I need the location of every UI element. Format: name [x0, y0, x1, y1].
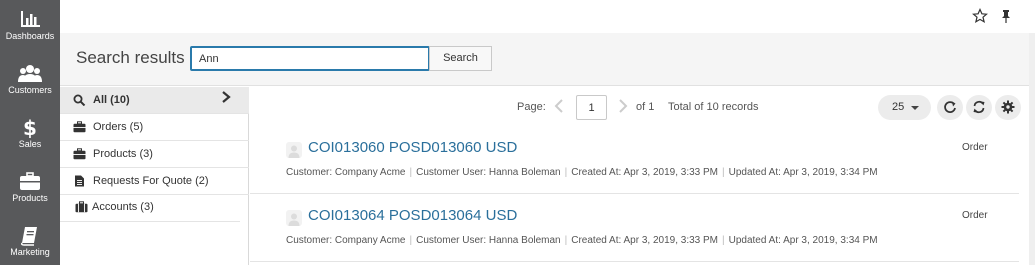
page-size-dropdown[interactable]: 25: [878, 95, 931, 120]
result-title-link[interactable]: COI013060 POSD013060 USD: [308, 139, 517, 156]
result-updated-at: Updated At: Apr 3, 2019, 3:34 PM: [728, 235, 878, 246]
nav-label-products: Products: [12, 193, 48, 203]
nav-item-products[interactable]: Products: [0, 162, 60, 216]
chevron-left-icon[interactable]: [553, 98, 565, 114]
result-updated-at: Updated At: Apr 3, 2019, 3:34 PM: [728, 167, 878, 178]
result-entity-type: Order: [962, 210, 988, 221]
dollar-icon: $: [23, 116, 37, 138]
nav-label-sales: Sales: [18, 139, 42, 149]
result-customer: Customer: Company Acme: [286, 167, 406, 178]
search-header: Search results Search: [60, 33, 1035, 86]
result-created-at: Created At: Apr 3, 2019, 3:33 PM: [571, 167, 718, 178]
sidebar-item-accounts[interactable]: Accounts (3): [60, 195, 240, 222]
nav-item-sales[interactable]: $ Sales: [0, 108, 60, 162]
result-created-at: Created At: Apr 3, 2019, 3:33 PM: [571, 235, 718, 246]
sidebar-item-label: Products (3): [93, 148, 153, 160]
sidebar-item-label: Orders (5): [93, 121, 144, 133]
nav-label-dashboards: Dashboards: [5, 31, 55, 41]
page-label: Page:: [517, 101, 546, 113]
top-bar: [60, 0, 1035, 33]
search-input[interactable]: [190, 46, 430, 71]
page-size-value: 25: [892, 101, 905, 113]
chevron-right-icon[interactable]: [218, 88, 234, 106]
svg-text:$: $: [23, 116, 37, 138]
avatar-placeholder-icon: [286, 142, 302, 158]
result-customer-user: Customer User: Hanna Boleman: [416, 235, 561, 246]
result-title-link[interactable]: COI013064 POSD013064 USD: [308, 207, 517, 224]
page-number-input[interactable]: [576, 95, 607, 120]
sidebar-item-products[interactable]: Products (3): [60, 141, 249, 168]
briefcase-icon: [73, 148, 86, 160]
sidebar-item-label: Requests For Quote (2): [93, 175, 209, 187]
sidebar-item-label: Accounts (3): [92, 201, 154, 213]
star-icon[interactable]: [972, 8, 988, 24]
briefcase-icon: [73, 121, 86, 133]
bar-chart-icon: [21, 11, 40, 27]
nav-item-marketing[interactable]: Marketing: [0, 216, 60, 265]
book-icon: [21, 227, 37, 246]
users-icon: [18, 65, 42, 82]
result-customer-user: Customer User: Hanna Boleman: [416, 167, 561, 178]
sidebar-item-label: All (10): [93, 94, 130, 106]
result-entity-type: Order: [962, 142, 988, 153]
vertical-scrollbar[interactable]: [1029, 33, 1035, 265]
sidebar-item-orders[interactable]: Orders (5): [60, 114, 249, 141]
page-title: Search results: [76, 48, 185, 67]
search-button[interactable]: Search: [429, 46, 492, 71]
avatar-placeholder-icon: [286, 210, 302, 226]
refresh-icon: [973, 100, 985, 114]
sidebar-item-requests-for-quote[interactable]: Requests For Quote (2): [60, 168, 249, 195]
result-customer: Customer: Company Acme: [286, 235, 406, 246]
page-count: of 1: [636, 101, 655, 113]
nav-label-customers: Customers: [8, 85, 52, 95]
caret-down-icon: [911, 106, 919, 110]
suitcase-icon: [75, 201, 88, 213]
result-meta: Customer: Company Acme | Customer User: Ha…: [286, 167, 878, 178]
search-result-item: COI013060 POSD013060 USD Order Customer:…: [250, 127, 1019, 194]
search-filter-sidebar: All (10) Orders (5) Products (3) Request…: [60, 87, 249, 265]
main-navigation: Dashboards Customers $ Sales Products Ma…: [0, 0, 60, 265]
search-icon: [73, 94, 86, 106]
reset-button[interactable]: [937, 95, 963, 120]
grid-settings-button[interactable]: [995, 95, 1021, 120]
sidebar-item-all[interactable]: All (10): [60, 87, 249, 114]
grid-toolbar: Page: of 1 Total of 10 records 25: [250, 87, 1029, 127]
search-result-item: COI013064 POSD013064 USD Order Customer:…: [250, 195, 1019, 262]
chevron-right-icon[interactable]: [617, 98, 629, 114]
briefcase-icon: [20, 172, 40, 190]
gear-icon: [1001, 100, 1015, 114]
nav-item-dashboards[interactable]: Dashboards: [0, 0, 60, 54]
nav-label-marketing: Marketing: [10, 247, 50, 257]
refresh-button[interactable]: [966, 95, 992, 120]
reset-icon: [944, 101, 956, 113]
pin-icon[interactable]: [998, 8, 1014, 24]
nav-item-customers[interactable]: Customers: [0, 54, 60, 108]
result-meta: Customer: Company Acme | Customer User: Ha…: [286, 235, 878, 246]
document-icon: [75, 175, 84, 187]
total-records: Total of 10 records: [668, 101, 759, 113]
